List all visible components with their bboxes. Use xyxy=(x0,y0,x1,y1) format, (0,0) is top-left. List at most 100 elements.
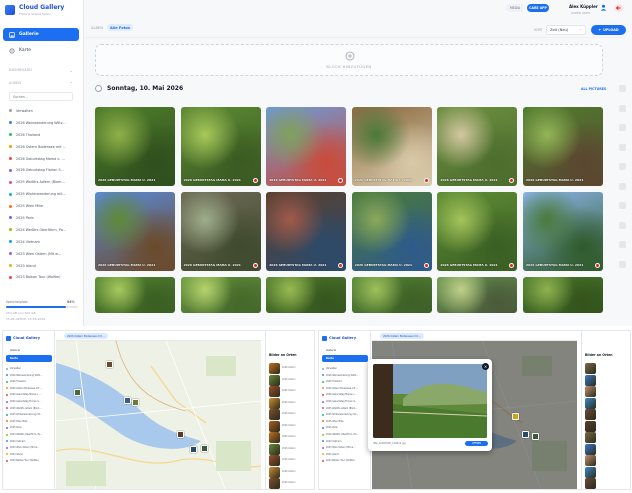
album-item[interactable]: 2025 Paris xyxy=(322,426,368,429)
photo-tile[interactable] xyxy=(437,277,518,313)
photo-tile[interactable]: 2026 GEBURTSTAG MAMA U. 2021 xyxy=(95,192,175,271)
album-item[interactable]: 2023 Island xyxy=(322,453,368,456)
location-thumb[interactable] xyxy=(585,409,596,420)
nav-item-map[interactable]: Karte xyxy=(322,355,368,362)
toolbar-action-icon[interactable] xyxy=(619,124,626,131)
album-filter-chip[interactable]: 2026 Ostern Bodensee mit ... xyxy=(380,333,425,339)
nav-item-map[interactable]: Karte xyxy=(6,355,52,362)
album-item[interactable]: 2026 Ostern Bodensee mit ... xyxy=(6,141,80,153)
toolbar-action-icon[interactable] xyxy=(619,182,626,190)
album-item[interactable]: 2026 Geburtstag Florian S... xyxy=(6,164,80,176)
album-item[interactable]: 2026 Thailand xyxy=(6,129,80,141)
photo-tile[interactable]: 2026 GEBURTSTAG MAMA U. 2021 xyxy=(351,192,432,271)
album-item[interactable]: 2025 Wien Mike xyxy=(6,420,52,423)
section-albums[interactable]: Alben ⌃ xyxy=(9,81,81,86)
map-photo-marker[interactable] xyxy=(106,361,113,368)
album-item[interactable]: 2024 Weißfrs Oberföhrn, Po... xyxy=(322,433,368,436)
nav-item-gallery[interactable]: Gallerie xyxy=(6,347,52,354)
photo-tile[interactable]: 2026 GEBURTSTAG MAMA U. 2021 xyxy=(266,107,347,186)
nav-item-gallery[interactable]: Gallerie xyxy=(322,347,368,354)
album-item[interactable]: 2025 Winterwanderung mit... xyxy=(6,188,80,200)
album-item[interactable]: 2023 Balkan Tour (Wolfke) xyxy=(6,271,80,283)
care-app-pill[interactable]: CARE APP xyxy=(527,4,549,12)
favorite-badge-icon[interactable] xyxy=(423,178,429,183)
photo-tile[interactable]: 2026 GEBURTSTAG MAMA U. 2021 xyxy=(266,192,347,271)
album-item[interactable]: 2026 Weinwanderung Wiltz... xyxy=(322,374,368,377)
favorite-badge-icon[interactable] xyxy=(252,263,258,268)
location-thumb[interactable] xyxy=(269,363,280,374)
photo-tile[interactable]: 2026 GEBURTSTAG MAMA U. 2021 xyxy=(437,192,518,271)
album-item[interactable]: 2026 Geburtstag Mama u. ... xyxy=(6,153,80,165)
toolbar-action-icon[interactable] xyxy=(619,202,626,209)
album-item[interactable]: 2026 Geburtstag Mama u. ... xyxy=(322,393,368,396)
album-item[interactable]: 2023 Wien Ostern (Mit w... xyxy=(322,446,368,449)
photo-tile[interactable]: 2026 GEBURTSTAG MAMA U. 2021 xyxy=(523,107,603,186)
favorite-badge-icon[interactable] xyxy=(252,178,258,183)
map-photo-marker[interactable] xyxy=(190,446,197,453)
location-thumb[interactable] xyxy=(585,397,596,409)
map-photo-marker[interactable] xyxy=(522,431,529,438)
album-item[interactable]: 2025 Wien Mike xyxy=(6,200,80,212)
location-thumb[interactable] xyxy=(585,432,596,443)
location-thumb[interactable] xyxy=(585,363,596,374)
album-item[interactable]: Verwalten xyxy=(322,367,368,370)
map-photo-marker[interactable] xyxy=(201,445,208,452)
location-thumb[interactable] xyxy=(269,386,280,397)
album-item[interactable]: 2023 Wien Ostern (Mit w... xyxy=(6,248,80,260)
album-item[interactable]: 2023 Balkan Tour (Wolfke) xyxy=(6,459,52,462)
photo-tile[interactable] xyxy=(351,277,432,313)
close-icon[interactable]: × xyxy=(482,363,489,370)
map-photo-marker[interactable] xyxy=(74,389,81,396)
logout-icon[interactable] xyxy=(615,4,623,12)
sort-select[interactable]: Zeit (Neu) ⌄ xyxy=(546,25,586,35)
album-item[interactable]: 2026 Ostern Bodensee mit ... xyxy=(6,387,52,390)
album-item[interactable]: 2024 Weißfrs Oberföhrn, Po... xyxy=(6,433,52,436)
photo-tile[interactable] xyxy=(266,277,347,313)
toolbar-action-icon[interactable] xyxy=(619,163,626,170)
location-thumb[interactable] xyxy=(585,386,596,397)
location-thumb[interactable] xyxy=(585,466,596,478)
select-all-link[interactable]: ALL PICTURES xyxy=(581,87,606,91)
favorite-badge-icon[interactable] xyxy=(338,263,344,268)
media-pill[interactable]: MEDIA xyxy=(506,4,524,12)
location-thumb[interactable] xyxy=(585,455,596,466)
favorite-badge-icon[interactable] xyxy=(509,263,515,268)
album-item[interactable]: 2025 Weißfrs Adlern (Blom... xyxy=(322,407,368,410)
photo-tile[interactable]: 2026 GEBURTSTAG MAMA U. 2021 xyxy=(351,107,432,186)
album-item[interactable]: 2024 Vietnam xyxy=(6,236,80,248)
album-item[interactable]: 2023 Island xyxy=(6,453,52,456)
album-item[interactable]: 2025 Paris xyxy=(6,426,52,429)
album-item[interactable]: 2026 Geburtstag Mama u. ... xyxy=(6,393,52,396)
photo-tile[interactable]: 2026 GEBURTSTAG MAMA U. 2021 xyxy=(437,107,518,186)
location-thumb[interactable] xyxy=(269,397,280,409)
photo-tile[interactable]: 2026 GEBURTSTAG MAMA U. 2021 xyxy=(95,107,175,186)
map-photo-marker[interactable] xyxy=(177,431,184,438)
map-photo-marker[interactable] xyxy=(512,413,519,420)
album-item[interactable]: 2023 Island xyxy=(6,260,80,272)
album-item[interactable]: 2026 Weinwanderung Wiltz... xyxy=(6,117,80,129)
toolbar-action-icon[interactable] xyxy=(619,85,626,92)
section-dashboard[interactable]: Dashboard ⌄ xyxy=(9,68,81,73)
upload-dropzone[interactable]: BLOCK HINZUFÜGEN xyxy=(95,44,603,76)
album-item[interactable]: Verwalten xyxy=(6,367,52,370)
album-search-input[interactable] xyxy=(9,92,73,101)
album-item[interactable]: 2025 Winterwanderung mit... xyxy=(322,413,368,416)
album-item[interactable]: 2026 Ostern Bodensee mit ... xyxy=(322,387,368,390)
photo-tile[interactable] xyxy=(95,277,175,313)
album-item[interactable]: 2024 Weißfrs Oberföhrn, Po... xyxy=(6,224,80,236)
album-item[interactable]: 2025 Winterwanderung mit... xyxy=(6,413,52,416)
location-thumb[interactable] xyxy=(269,478,280,489)
album-item[interactable]: 2023 Wien Ostern (Mit w... xyxy=(6,446,52,449)
location-thumb[interactable] xyxy=(269,455,280,466)
map-view-left[interactable] xyxy=(56,341,261,489)
day-select-checkbox[interactable] xyxy=(95,85,102,92)
album-item[interactable]: 2026 Thailand xyxy=(6,380,52,383)
album-item[interactable]: 2023 Balkan Tour (Wolfke) xyxy=(322,459,368,462)
toolbar-action-icon[interactable] xyxy=(619,241,626,248)
location-thumb[interactable] xyxy=(585,420,596,432)
album-item[interactable]: 2026 Geburtstag Florian S... xyxy=(322,400,368,403)
user-icon[interactable] xyxy=(600,4,607,11)
album-item[interactable]: 2026 Thailand xyxy=(322,380,368,383)
open-photo-button[interactable]: ÖFFNEN xyxy=(465,441,488,446)
album-item[interactable]: Verwalten xyxy=(6,105,80,117)
